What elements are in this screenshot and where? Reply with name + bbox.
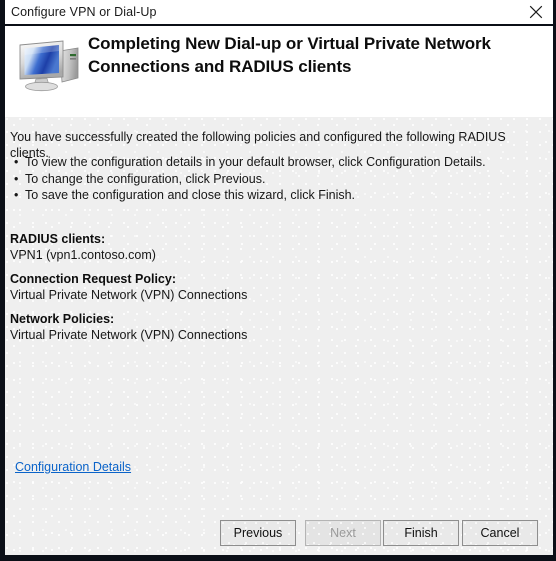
wizard-body: You have successfully created the follow… [5, 117, 553, 555]
list-item-label: To change the configuration, click Previ… [25, 171, 266, 186]
list-item: • To view the configuration details in y… [14, 154, 539, 171]
instruction-list: • To view the configuration details in y… [14, 154, 539, 204]
summary-value: Virtual Private Network (VPN) Connection… [10, 288, 248, 302]
computer-monitor-icon [16, 38, 88, 94]
summary-group-radius-clients: RADIUS clients: VPN1 (vpn1.contoso.com) [10, 231, 530, 263]
close-button[interactable] [519, 0, 553, 24]
bullet-icon: • [14, 155, 19, 169]
title-bar: Configure VPN or Dial-Up [5, 0, 553, 24]
summary-group-network-policies: Network Policies: Virtual Private Networ… [10, 311, 530, 343]
window-bottom-border [0, 555, 556, 561]
configure-vpn-wizard-window: Configure VPN or Dial-Up Completing New … [0, 0, 556, 561]
close-icon [529, 5, 543, 19]
summary-heading: RADIUS clients: [10, 232, 106, 246]
summary-heading: Network Policies: [10, 312, 115, 326]
previous-button[interactable]: Previous [220, 520, 296, 546]
configuration-details-link[interactable]: Configuration Details [15, 460, 131, 474]
list-item: • To change the configuration, click Pre… [14, 171, 539, 188]
next-button: Next [305, 520, 381, 546]
wizard-header: Completing New Dial-up or Virtual Privat… [5, 26, 553, 117]
list-item: • To save the configuration and close th… [14, 187, 539, 204]
finish-button[interactable]: Finish [383, 520, 459, 546]
summary-value: VPN1 (vpn1.contoso.com) [10, 248, 156, 262]
summary-section: RADIUS clients: VPN1 (vpn1.contoso.com) … [10, 231, 530, 351]
bullet-icon: • [14, 188, 19, 202]
summary-value: Virtual Private Network (VPN) Connection… [10, 328, 248, 342]
page-title: Completing New Dial-up or Virtual Privat… [88, 34, 491, 76]
window-title: Configure VPN or Dial-Up [11, 5, 157, 19]
list-item-label: To view the configuration details in you… [25, 155, 486, 169]
bullet-icon: • [14, 171, 19, 186]
button-bar: Previous Next Finish Cancel [5, 520, 553, 555]
list-item-label: To save the configuration and close this… [25, 188, 356, 202]
cancel-button[interactable]: Cancel [462, 520, 538, 546]
summary-group-connection-request-policy: Connection Request Policy: Virtual Priva… [10, 271, 530, 303]
summary-heading: Connection Request Policy: [10, 272, 176, 286]
